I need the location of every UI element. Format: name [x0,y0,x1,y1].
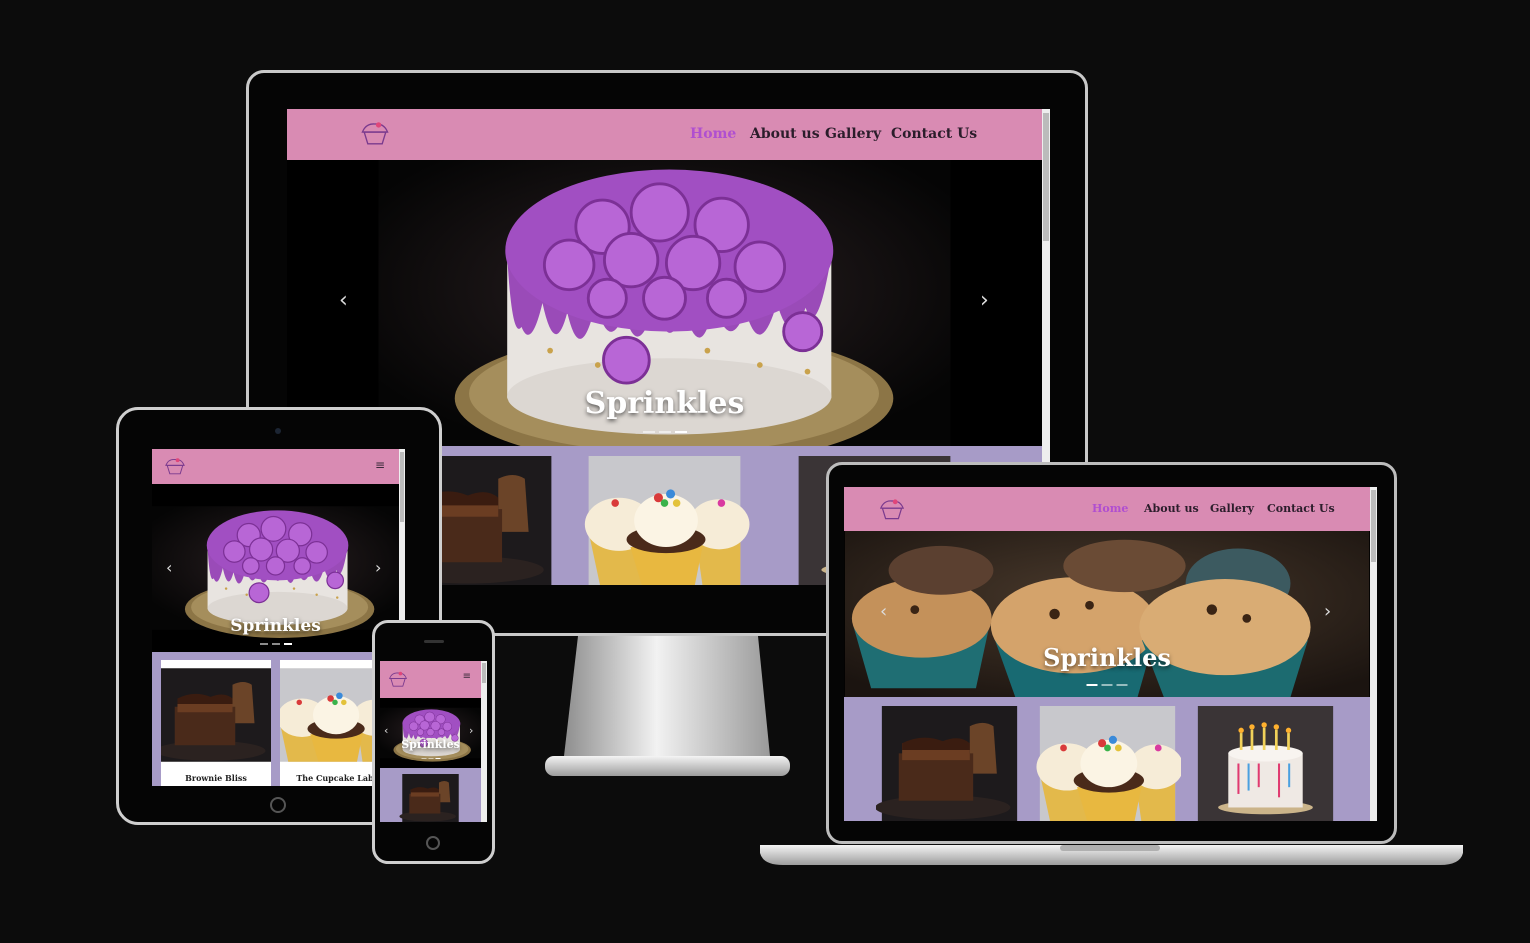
phone-screen: ≡ ‹ › Sprinkles [380,661,487,822]
navbar: Home About us Gallery Contact Us [844,487,1370,531]
nav-contact[interactable]: Contact Us [891,126,977,142]
hero-title: Sprinkles [230,616,321,636]
chevron-right-icon[interactable]: › [1324,601,1331,622]
nav-about[interactable]: About us [750,126,820,142]
navbar: Home About us Gallery Contact Us [287,109,1042,160]
scrollbar[interactable] [1370,487,1377,821]
hero-title: Sprinkles [401,738,460,751]
hero-image [844,531,1370,697]
hero-carousel: ‹ › Sprinkles [287,160,1042,446]
tablet-camera [275,428,281,434]
tablet-home-button[interactable] [270,797,286,813]
gallery-card-brownie[interactable] [384,774,477,822]
gallery-image [161,668,271,762]
monitor-stand [545,636,790,776]
nav-gallery[interactable]: Gallery [1210,502,1254,515]
cupcake-logo-icon[interactable] [162,455,188,477]
chevron-right-icon[interactable]: › [469,724,473,737]
phone-home-button[interactable] [426,836,440,850]
gallery-caption: Brownie Bliss [161,770,271,786]
gallery-card[interactable]: Brownie Bliss [161,660,271,786]
hamburger-icon[interactable]: ≡ [375,458,385,472]
gallery-card-cupcakes[interactable] [566,456,763,585]
nav-gallery[interactable]: Gallery [825,126,881,142]
nav-home[interactable]: Home [1092,502,1128,515]
hamburger-icon[interactable]: ≡ [463,671,471,682]
nav-about[interactable]: About us [1144,502,1199,515]
nav-home[interactable]: Home [690,126,736,142]
cupcake-logo-icon[interactable] [357,117,393,149]
chevron-left-icon[interactable]: ‹ [166,558,172,577]
chevron-left-icon[interactable]: ‹ [880,601,887,622]
phone-speaker [424,640,444,643]
carousel-indicators[interactable] [1086,684,1128,686]
gallery-card-brownie[interactable] [876,706,1023,821]
hero-carousel: ‹ › Sprinkles [380,698,481,768]
hero-title: Sprinkles [1043,643,1171,672]
navbar: ≡ [152,449,399,484]
hero-carousel: ‹ › Sprinkles [844,531,1370,697]
chevron-right-icon[interactable]: › [375,558,381,577]
carousel-indicators[interactable] [642,431,687,433]
carousel-indicators[interactable] [259,643,292,645]
gallery-section [380,768,481,822]
tablet-screen: ≡ ‹ › Sprinkles Brownie Bliss The Cupcak… [152,449,405,786]
carousel-indicators[interactable] [421,758,440,759]
gallery-section [844,697,1370,821]
gallery-card-cupcakes[interactable] [1034,706,1181,821]
cupcake-logo-icon[interactable] [876,495,908,523]
gallery-card-birthday[interactable] [1192,706,1339,821]
hero-carousel: ‹ › Sprinkles [152,484,399,652]
chevron-left-icon[interactable]: ‹ [339,288,348,313]
scrollbar[interactable] [481,661,487,822]
laptop-base [760,845,1463,865]
nav-contact[interactable]: Contact Us [1267,502,1335,515]
navbar: ≡ [380,661,481,698]
chevron-left-icon[interactable]: ‹ [384,724,388,737]
gallery-section: Brownie Bliss The Cupcake Lab [152,652,399,786]
chevron-right-icon[interactable]: › [980,288,989,313]
laptop-screen: Home About us Gallery Contact Us ‹ › Spr… [844,487,1377,821]
cupcake-logo-icon[interactable] [386,668,410,690]
